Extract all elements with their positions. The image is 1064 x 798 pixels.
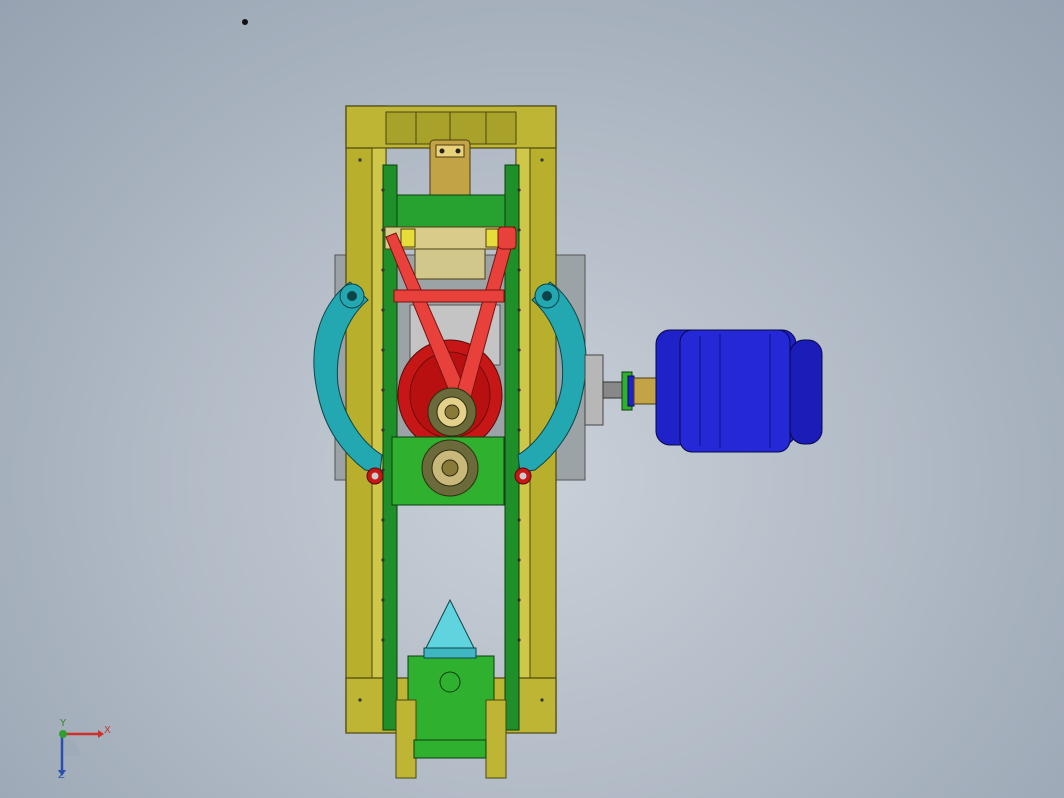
bottom-tool-holder[interactable] [395,655,507,779]
z-axis-label: Z [58,770,65,781]
electric-motor[interactable] [655,329,823,453]
y-axis-dot [59,730,67,738]
lower-slider-block[interactable] [391,436,505,506]
motor-shaft[interactable] [584,354,659,426]
cad-model-scene[interactable]: X Y Z [0,0,1064,798]
x-axis-label: X [104,725,111,736]
coordinate-triad: X Y Z [58,718,111,781]
crank-bearing[interactable] [427,387,477,437]
cad-viewport[interactable]: X Y Z [0,0,1064,798]
sketch-point[interactable] [242,19,248,25]
cone-tool[interactable] [423,598,477,659]
y-axis-label: Y [59,718,67,729]
